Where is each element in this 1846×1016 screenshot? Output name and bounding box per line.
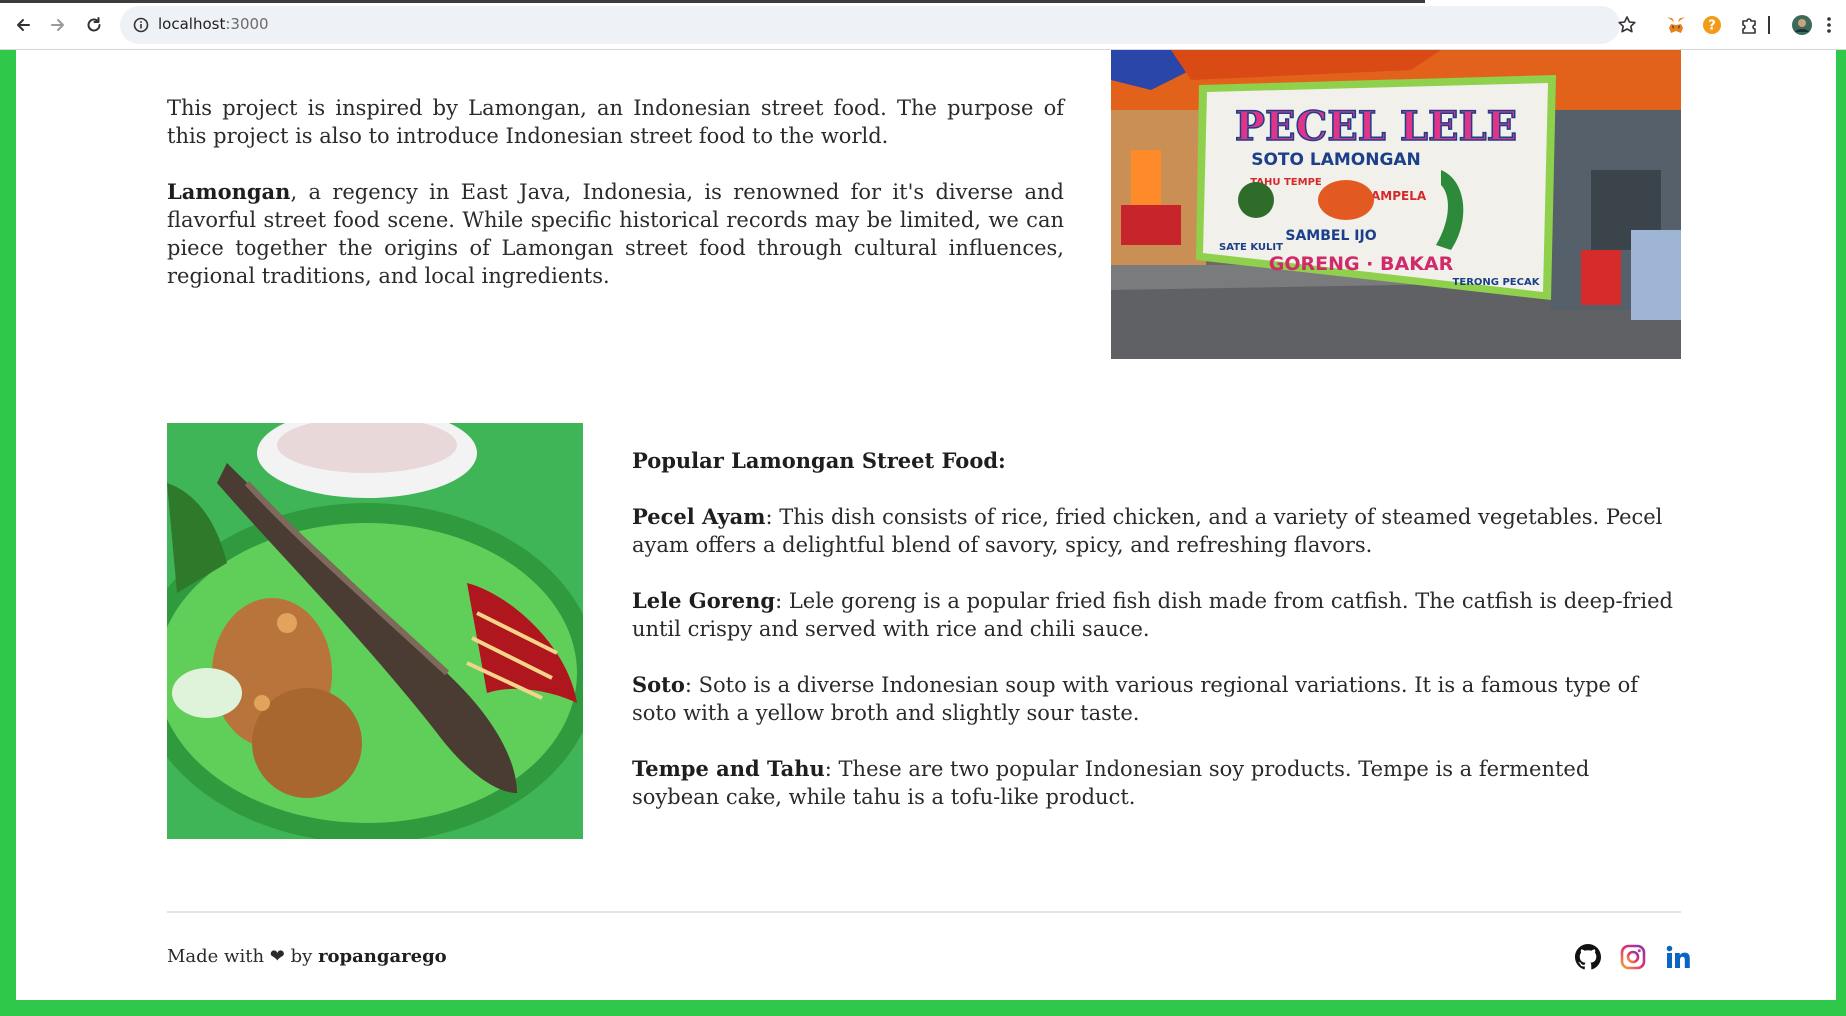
- foods-heading-text: Popular Lamongan Street Food:: [632, 448, 1006, 473]
- url-port: :3000: [225, 15, 269, 33]
- toolbar-divider: [1766, 13, 1772, 37]
- food-item-name: Lele Goreng: [632, 588, 776, 613]
- forward-arrow-icon[interactable]: [45, 12, 71, 38]
- footer-credit: Made with ❤ by ropangarego: [167, 946, 447, 967]
- github-icon[interactable]: [1573, 942, 1603, 972]
- help-extension-icon[interactable]: ?: [1700, 13, 1724, 37]
- linkedin-icon[interactable]: [1663, 942, 1693, 972]
- food-item-name: Pecel Ayam: [632, 504, 766, 529]
- banner-terong-pecak: TERONG PECAK: [1453, 277, 1541, 288]
- instagram-icon[interactable]: [1618, 942, 1648, 972]
- url-host: localhost: [158, 15, 226, 33]
- popular-foods-section: Popular Lamongan Street Food: Pecel Ayam…: [632, 447, 1682, 811]
- intro-paragraph-1: This project is inspired by Lamongan, an…: [167, 96, 1064, 148]
- extensions-puzzle-icon[interactable]: [1737, 13, 1761, 37]
- url-text[interactable]: localhost:3000: [158, 15, 269, 33]
- foods-heading: Popular Lamongan Street Food:: [632, 447, 1682, 475]
- made-with-label: Made with: [167, 946, 265, 967]
- browser-toolbar: localhost:3000 ?: [0, 0, 1846, 50]
- heart-icon: ❤: [269, 946, 285, 967]
- svg-text:?: ?: [1708, 19, 1716, 34]
- banner-sate-kulit: SATE KULIT: [1219, 242, 1283, 253]
- address-bar[interactable]: [120, 6, 1620, 44]
- food-item: Pecel Ayam: This dish consists of rice, …: [632, 503, 1682, 559]
- food-item-desc: : This dish consists of rice, fried chic…: [632, 505, 1663, 557]
- lamongan-bold: Lamongan: [167, 179, 291, 204]
- banner-goreng-bakar: GORENG · BAKAR: [1269, 253, 1454, 275]
- food-item: Tempe and Tahu: These are two popular In…: [632, 755, 1682, 811]
- by-label: by: [290, 946, 313, 967]
- reload-icon[interactable]: [81, 12, 107, 38]
- back-arrow-icon[interactable]: [10, 12, 36, 38]
- tab-strip-edge: [0, 0, 1425, 3]
- page-content: This project is inspired by Lamongan, an…: [16, 50, 1836, 1000]
- page-border-bottom: [0, 1000, 1846, 1016]
- profile-avatar[interactable]: [1790, 13, 1814, 37]
- food-item-name: Tempe and Tahu: [632, 756, 825, 781]
- intro-section: This project is inspired by Lamongan, an…: [167, 94, 1064, 290]
- banner-sambel-ijo: SAMBEL IJO: [1285, 228, 1376, 244]
- intro-paragraph-2: Lamongan, a regency in East Java, Indone…: [167, 178, 1064, 290]
- food-item: Lele Goreng: Lele goreng is a popular fr…: [632, 587, 1682, 643]
- footer-divider: [167, 911, 1681, 913]
- author-name: ropangarego: [318, 946, 447, 967]
- site-info-icon[interactable]: [128, 12, 154, 38]
- food-item-desc: : Lele goreng is a popular fried fish di…: [632, 589, 1673, 641]
- food-item-desc: : Soto is a diverse Indonesian soup with…: [632, 673, 1639, 725]
- banner-title: PECEL LELE: [1235, 103, 1517, 150]
- food-item: Soto: Soto is a diverse Indonesian soup …: [632, 671, 1682, 727]
- banner-subtitle: SOTO LAMONGAN: [1251, 150, 1421, 170]
- lele-goreng-dish-image: [167, 423, 583, 839]
- food-item-name: Soto: [632, 672, 685, 697]
- browser-menu-icon[interactable]: [1822, 13, 1836, 37]
- bookmark-star-icon[interactable]: [1615, 13, 1639, 37]
- metamask-extension-icon[interactable]: [1664, 13, 1688, 37]
- street-food-stall-image: PECEL LELE SOTO LAMONGAN TAHU TEMPE ATI …: [1111, 50, 1681, 359]
- intro-paragraph-2-text: , a regency in East Java, Indonesia, is …: [167, 180, 1064, 288]
